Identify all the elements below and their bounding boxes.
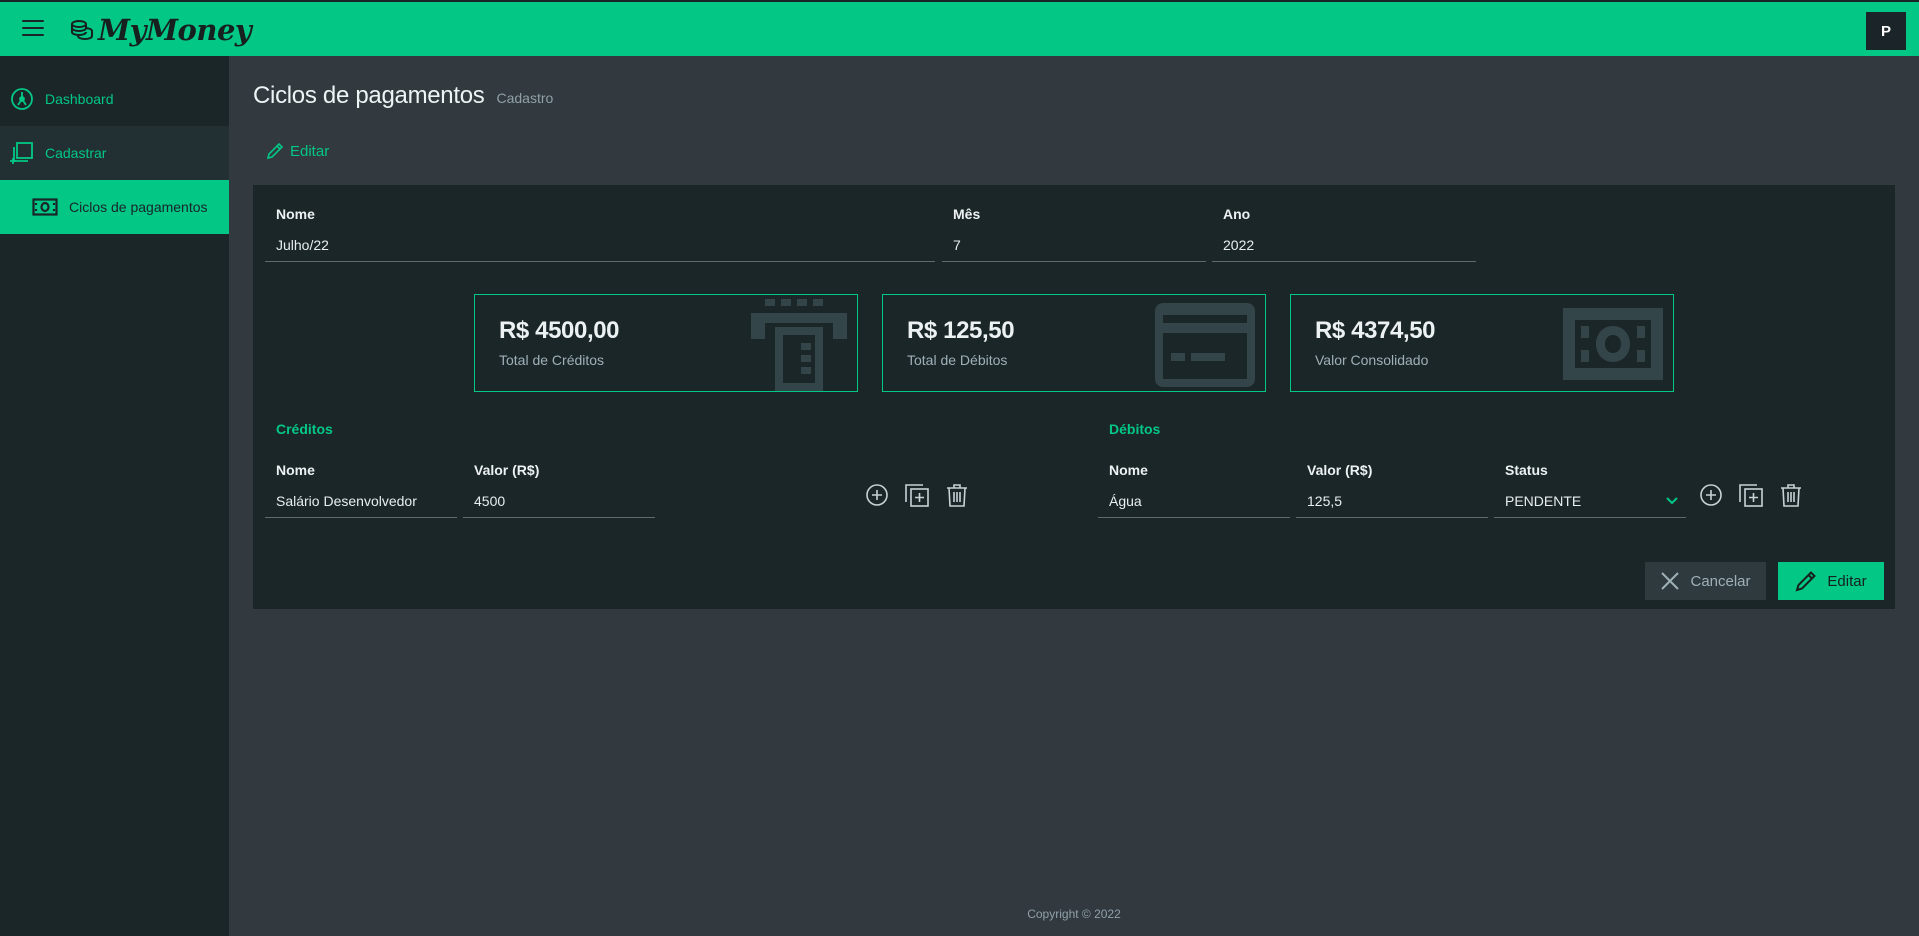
trash-icon xyxy=(947,484,967,507)
clone-icon xyxy=(1739,484,1763,507)
app-logo-text: MyMoney xyxy=(98,13,252,47)
debt-status-label: Status xyxy=(1505,462,1548,478)
sidebar-item-dashboard[interactable]: Dashboard xyxy=(0,72,229,126)
dashboard-icon xyxy=(11,88,33,110)
clone-icon xyxy=(905,484,929,507)
credit-card-icon xyxy=(1155,303,1255,387)
add-credit-button[interactable] xyxy=(862,480,892,510)
menu-toggle-icon[interactable] xyxy=(22,20,44,38)
credit-value-label: Valor (R$) xyxy=(474,462,540,478)
tab-label: Editar xyxy=(290,142,330,160)
year-field-label: Ano xyxy=(1223,206,1251,222)
consolidated-value-label: Valor Consolidado xyxy=(1315,352,1429,368)
credit-name-input[interactable]: Salário Desenvolvedor xyxy=(265,486,457,518)
delete-credit-button[interactable] xyxy=(942,480,972,510)
month-field: Mês 7 xyxy=(942,206,1206,262)
credits-total-card: R$ 4500,00 Total de Créditos xyxy=(474,294,858,392)
debt-value-label: Valor (R$) xyxy=(1307,462,1373,478)
sidebar-sub-item-label: Ciclos de pagamentos xyxy=(69,199,208,215)
app-logo[interactable]: MyMoney xyxy=(70,12,252,48)
pencil-icon xyxy=(266,142,284,160)
page-subtitle: Cadastro xyxy=(496,90,554,106)
name-input[interactable]: Julho/22 xyxy=(265,230,935,262)
user-avatar[interactable]: P xyxy=(1866,12,1906,50)
money-icon xyxy=(1563,308,1663,380)
debts-section-title: Débitos xyxy=(1109,421,1161,437)
add-debt-button[interactable] xyxy=(1696,480,1726,510)
debt-name-field: Nome Água xyxy=(1098,462,1290,518)
delete-debt-button[interactable] xyxy=(1776,480,1806,510)
sidebar-item-ciclos-de-pagamentos[interactable]: Ciclos de pagamentos xyxy=(0,180,229,234)
year-field: Ano 2022 xyxy=(1212,206,1476,262)
consolidated-value: R$ 4374,50 xyxy=(1315,317,1436,344)
close-icon xyxy=(1661,572,1680,590)
sidebar: Dashboard Cadastrar Ciclos de pagamentos xyxy=(0,56,229,936)
sidebar-item-label: Cadastrar xyxy=(45,145,107,161)
credits-total-label: Total de Créditos xyxy=(499,352,605,368)
credits-total-value: R$ 4500,00 xyxy=(499,317,620,344)
page-title: Ciclos de pagamentos xyxy=(253,82,485,109)
sidebar-item-label: Dashboard xyxy=(45,91,114,107)
credit-value-input[interactable]: 4500 xyxy=(463,486,655,518)
credit-row-actions xyxy=(862,480,982,510)
pencil-icon xyxy=(1795,571,1817,592)
year-input[interactable]: 2022 xyxy=(1212,230,1476,262)
save-button[interactable]: Editar xyxy=(1778,562,1884,600)
coins-icon xyxy=(71,20,93,41)
cancel-button-label: Cancelar xyxy=(1690,572,1751,590)
tab-editar[interactable]: Editar xyxy=(266,142,329,160)
footer-copyright: Copyright © 2022 xyxy=(1027,907,1121,921)
add-copy-icon xyxy=(10,142,33,164)
debt-row-actions xyxy=(1696,480,1816,510)
debt-value-field: Valor (R$) 125,5 xyxy=(1296,462,1488,518)
money-icon xyxy=(32,198,58,216)
debits-total-card: R$ 125,50 Total de Débitos xyxy=(882,294,1266,392)
debt-status-select[interactable]: PENDENTE xyxy=(1494,486,1686,518)
credit-name-label: Nome xyxy=(276,462,315,478)
credit-name-field: Nome Salário Desenvolvedor xyxy=(265,462,457,518)
consolidated-value-card: R$ 4374,50 Valor Consolidado xyxy=(1290,294,1674,392)
chevron-down-icon xyxy=(1666,497,1678,505)
clone-debt-button[interactable] xyxy=(1736,480,1766,510)
trash-icon xyxy=(1781,484,1801,507)
month-input[interactable]: 7 xyxy=(942,230,1206,262)
debt-name-input[interactable]: Água xyxy=(1098,486,1290,518)
debits-total-value: R$ 125,50 xyxy=(907,317,1015,344)
plus-circle-icon xyxy=(1700,484,1722,506)
atm-icon xyxy=(751,299,847,391)
top-navbar: MyMoney P xyxy=(0,0,1919,56)
cancel-button[interactable]: Cancelar xyxy=(1645,562,1766,600)
name-field: Nome Julho/22 xyxy=(265,206,935,262)
debits-total-label: Total de Débitos xyxy=(907,352,1008,368)
debt-status-field: Status PENDENTE xyxy=(1494,462,1686,518)
debt-value-input[interactable]: 125,5 xyxy=(1296,486,1488,518)
sidebar-item-cadastrar[interactable]: Cadastrar xyxy=(0,126,229,180)
debt-status-value: PENDENTE xyxy=(1505,493,1582,509)
month-field-label: Mês xyxy=(953,206,981,222)
form-panel: Nome Julho/22 Mês 7 Ano 2022 R$ 4500,00 … xyxy=(253,185,1895,609)
save-button-label: Editar xyxy=(1827,572,1867,590)
debt-name-label: Nome xyxy=(1109,462,1148,478)
plus-circle-icon xyxy=(866,484,888,506)
credits-section-title: Créditos xyxy=(276,421,333,437)
clone-credit-button[interactable] xyxy=(902,480,932,510)
page-header: Ciclos de pagamentos Cadastro xyxy=(253,82,553,110)
credit-value-field: Valor (R$) 4500 xyxy=(463,462,655,518)
name-field-label: Nome xyxy=(276,206,315,222)
